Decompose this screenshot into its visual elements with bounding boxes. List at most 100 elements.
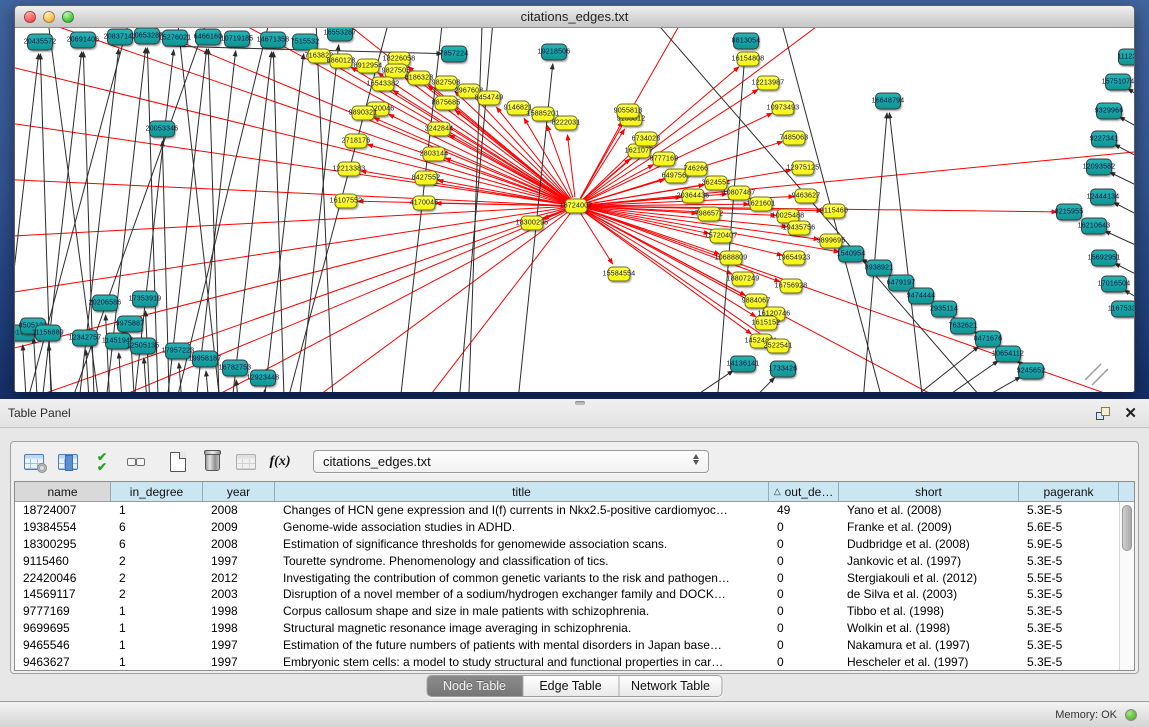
graph-node[interactable]: 9777169	[653, 152, 676, 167]
table-row[interactable]: 946554611997Estimation of the future num…	[15, 636, 1134, 653]
graph-node[interactable]: 8912954	[357, 59, 380, 74]
graph-node[interactable]: 15276021	[162, 30, 188, 47]
graph-node[interactable]: 9115460	[823, 204, 846, 219]
graph-node[interactable]: 20206586	[92, 295, 118, 312]
graph-node[interactable]: 10973493	[772, 101, 795, 116]
graph-node[interactable]: 11156889	[35, 325, 61, 342]
graph-node[interactable]: 8860128	[330, 54, 353, 69]
graph-node[interactable]: 16648794	[875, 93, 901, 110]
table-row[interactable]: 946362711997Embryonic stem cells: a mode…	[15, 653, 1134, 670]
graph-node[interactable]: 2718176	[345, 134, 368, 149]
delete-table-icon[interactable]	[197, 449, 227, 475]
graph-node[interactable]: 15692951	[1091, 250, 1117, 267]
table-row[interactable]: 969969511998Structural magnetic resonanc…	[15, 620, 1134, 637]
graph-node[interactable]: 6734028	[635, 132, 658, 147]
graph-node[interactable]: 8215955	[1056, 204, 1082, 221]
graph-node[interactable]: 12923448	[250, 370, 276, 387]
graph-node[interactable]: 746266	[685, 162, 708, 177]
table-scrollbar[interactable]	[1119, 502, 1134, 670]
graph-node[interactable]: 20837141	[107, 29, 133, 46]
table-scrollbar-thumb[interactable]	[1122, 505, 1132, 551]
graph-node[interactable]: 19958187	[192, 351, 218, 368]
graph-node[interactable]: 10653287	[134, 28, 160, 45]
column-header-name[interactable]: name	[15, 482, 111, 501]
column-header-year[interactable]: year	[203, 482, 275, 501]
graph-node[interactable]: 17353919	[132, 291, 158, 308]
column-header-short[interactable]: short	[839, 482, 1019, 501]
tab-network-table[interactable]: Network Table	[619, 676, 722, 696]
graph-node[interactable]: 18724007	[565, 199, 588, 214]
graph-node[interactable]: 4170046	[413, 196, 436, 211]
graph-node[interactable]: 16553287	[327, 28, 353, 42]
splitter-handle[interactable]	[575, 401, 585, 405]
graph-node[interactable]: 18300295	[521, 216, 544, 231]
graph-node[interactable]: 7485063	[783, 131, 806, 146]
table-row[interactable]: 977716911998Corpus callosum shape and si…	[15, 603, 1134, 620]
graph-node[interactable]: 3624554	[705, 176, 728, 191]
graph-node[interactable]: 17016504	[1101, 276, 1127, 293]
graph-node[interactable]: 19654923	[783, 251, 806, 266]
table-row[interactable]: 2242004622012Investigating the contribut…	[15, 569, 1134, 586]
select-column-icon[interactable]	[53, 449, 83, 475]
graph-node[interactable]: 16107552	[335, 194, 358, 209]
graph-node[interactable]: 20435572	[27, 34, 53, 51]
graph-node[interactable]: 9890321	[352, 106, 375, 121]
graph-node[interactable]: 19435756	[788, 221, 811, 236]
graph-node[interactable]: 12213987	[757, 76, 780, 91]
graph-node[interactable]: 3242844	[428, 122, 451, 137]
graph-node[interactable]: 10807487	[728, 186, 751, 201]
graph-node[interactable]: 19218506	[541, 44, 567, 61]
graph-node[interactable]: 12505135	[130, 338, 156, 355]
graph-node[interactable]: 9463627	[795, 189, 818, 204]
function-builder-button[interactable]: f(x)	[265, 449, 295, 475]
table-settings-icon[interactable]	[19, 449, 49, 475]
graph-node[interactable]: 8813054	[733, 33, 759, 50]
graph-node[interactable]: 15584554	[608, 267, 631, 282]
graph-node[interactable]: 9975887	[117, 316, 143, 333]
network-window-titlebar[interactable]: citations_edges.txt	[15, 6, 1134, 28]
graph-node[interactable]: 11675335	[1111, 301, 1134, 318]
graph-node[interactable]: 6466160	[195, 29, 221, 46]
graph-node[interactable]: 8186328	[408, 71, 431, 86]
graph-node[interactable]: 1733426	[770, 361, 796, 378]
graph-node[interactable]: 12093582	[1086, 159, 1112, 176]
graph-node[interactable]: 9329966	[1096, 103, 1122, 120]
graph-node[interactable]: 7986572	[698, 207, 721, 222]
float-panel-icon[interactable]	[1096, 407, 1110, 420]
graph-node[interactable]: 17957223	[165, 343, 191, 360]
graph-node[interactable]: 10688809	[720, 251, 743, 266]
graph-node[interactable]: 9245652	[1018, 363, 1044, 380]
tab-node-table[interactable]: Node Table	[427, 676, 523, 696]
graph-node[interactable]: 9899695	[820, 234, 843, 249]
graph-node[interactable]: 16782753	[222, 360, 248, 377]
graph-node[interactable]: 10654112	[995, 346, 1021, 363]
table-row[interactable]: 1872400712008Changes of HCN gene express…	[15, 502, 1134, 519]
graph-node[interactable]: 12975125	[792, 161, 815, 176]
column-header-title[interactable]: title	[275, 482, 769, 501]
row-height-icon[interactable]	[121, 449, 151, 475]
graph-node[interactable]: 14671358	[260, 32, 286, 49]
new-table-icon[interactable]	[163, 449, 193, 475]
graph-node[interactable]: 8454749	[478, 91, 501, 106]
graph-node[interactable]: 12444134	[1090, 189, 1116, 206]
graph-node[interactable]: 14136141	[730, 356, 756, 373]
graph-node[interactable]: 2935114	[931, 301, 957, 318]
graph-node[interactable]: 20691406	[70, 32, 96, 49]
column-header-indegree[interactable]: in_degree	[111, 482, 203, 501]
graph-node[interactable]: 18807249	[732, 272, 755, 287]
graph-node[interactable]: 8875685	[435, 96, 458, 111]
tab-edge-table[interactable]: Edge Table	[523, 676, 619, 696]
graph-node[interactable]: 20053346	[149, 121, 175, 138]
close-panel-icon[interactable]: ✕	[1124, 404, 1137, 422]
network-canvas[interactable]: 20435572 20691406 208371411065328715276021…	[15, 28, 1134, 392]
graph-node[interactable]: 12342757	[72, 330, 98, 347]
graph-node[interactable]: 9474444	[908, 288, 934, 305]
graph-node[interactable]: 7857224	[441, 46, 467, 63]
table-row[interactable]: 1456911722003Disruption of a novel membe…	[15, 586, 1134, 603]
graph-node[interactable]: 9055818	[617, 104, 640, 119]
graph-node[interactable]: 16756928	[780, 279, 803, 294]
graph-node[interactable]: 15720407	[710, 229, 733, 244]
network-view-window[interactable]: citations_edges.txt 2043557220691	[14, 5, 1135, 392]
graph-node[interactable]: 8427552	[415, 171, 438, 186]
select-all-checks-icon[interactable]: ✔✔	[87, 449, 117, 475]
